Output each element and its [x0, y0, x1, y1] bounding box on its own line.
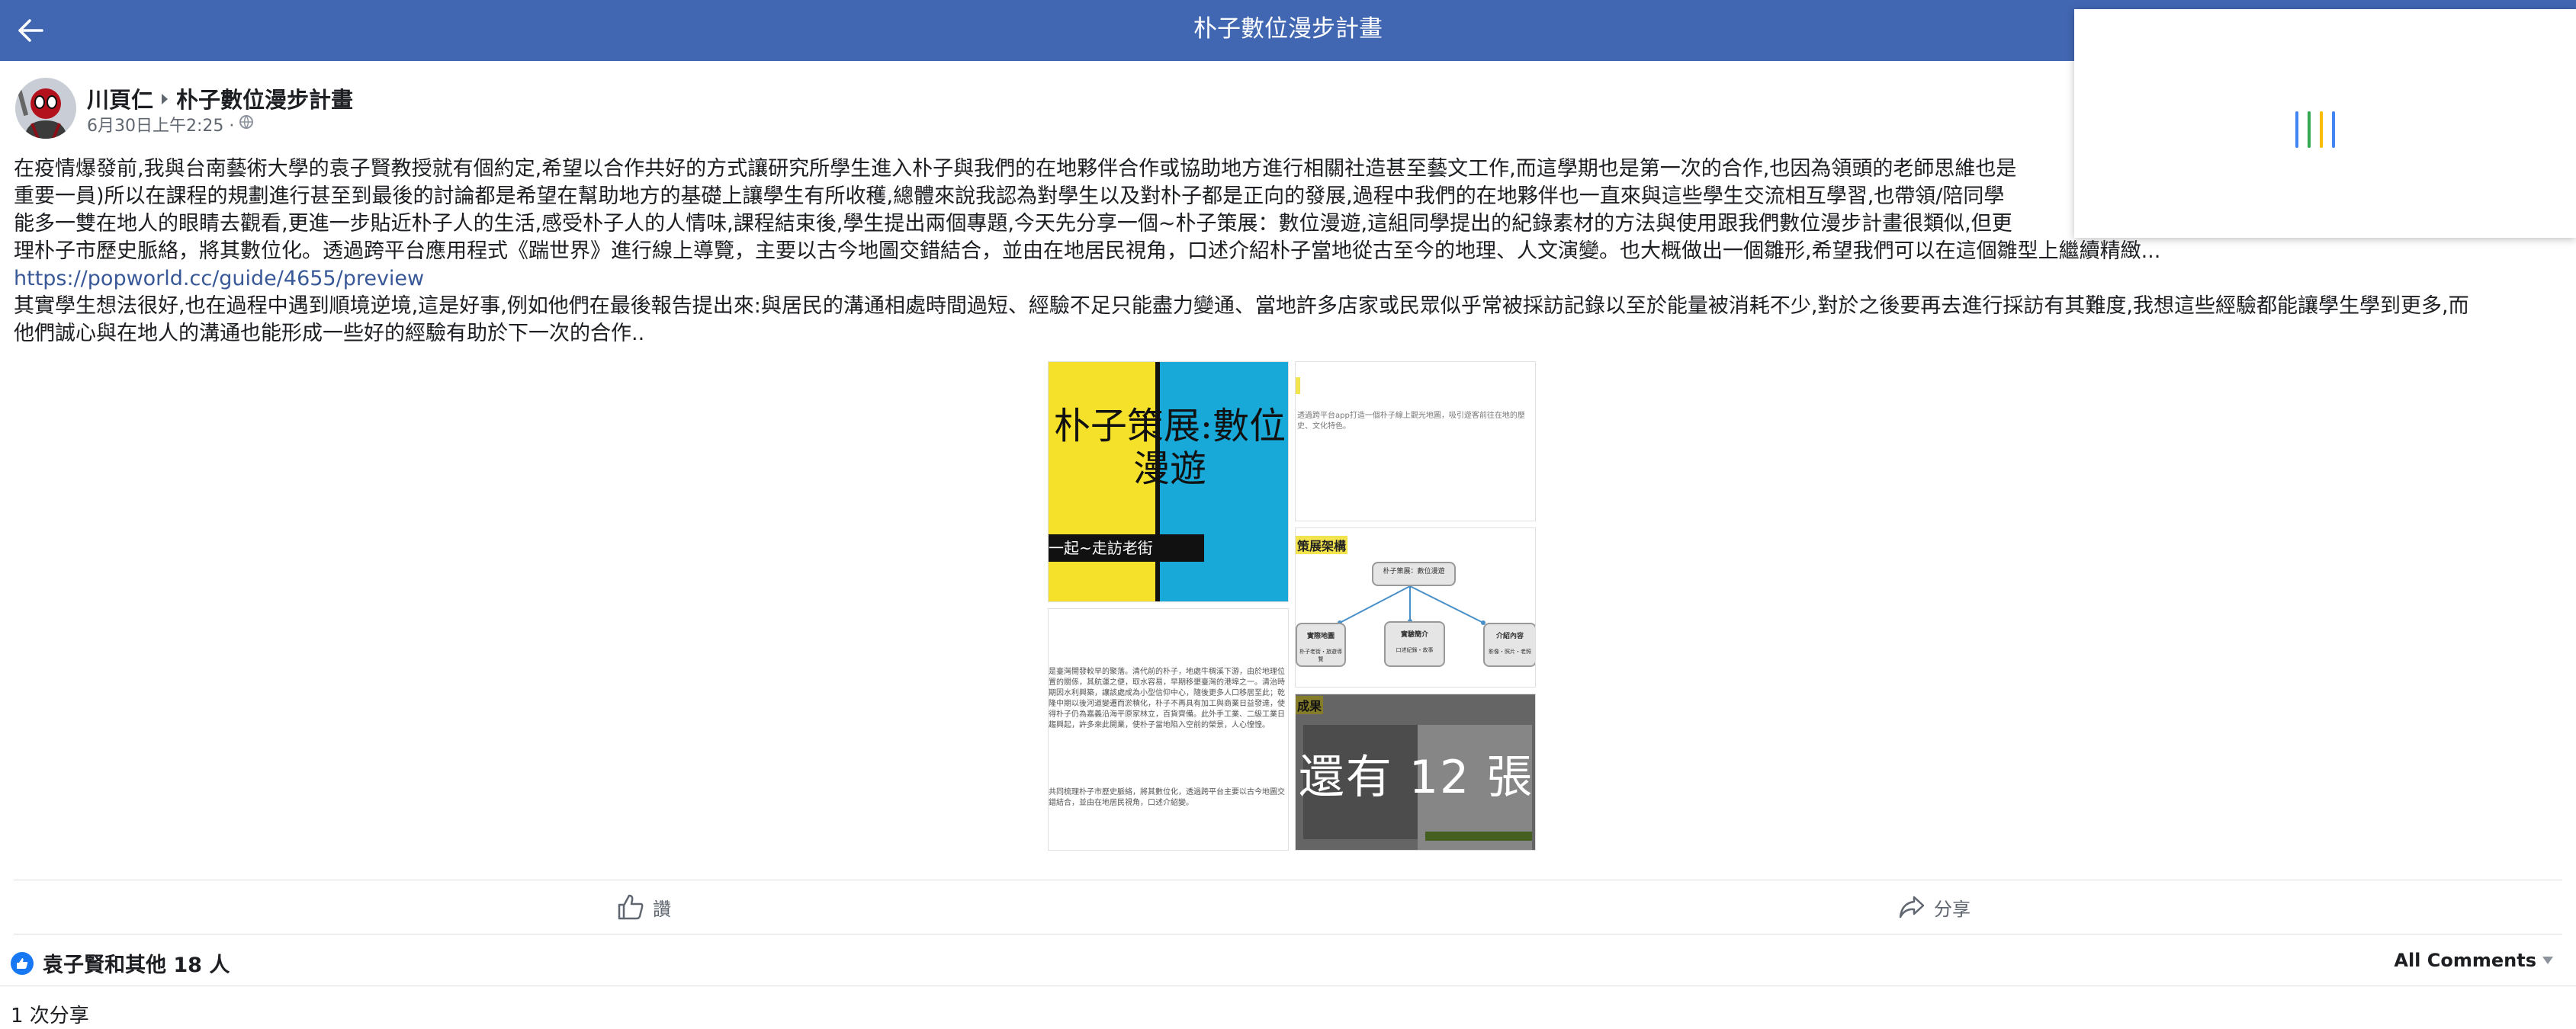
diagram-node: 實驗簡介 口述紀錄・故事	[1384, 621, 1445, 667]
avatar[interactable]	[15, 78, 76, 139]
share-icon	[1899, 896, 1925, 918]
share-count[interactable]: 1 次分享	[11, 1000, 89, 1028]
slide-text: 共同梳理朴子市歷史脈絡，將其數位化，透過跨平台主要以古今地圖交錯結合，並由在地居…	[1049, 788, 1285, 807]
author-name[interactable]: 川頁仁	[87, 82, 153, 114]
loader-bar-green	[2308, 111, 2311, 148]
avatar-image	[15, 78, 76, 139]
author-line: 川頁仁 朴子數位漫步計畫	[87, 82, 353, 114]
comments-sort-label: All Comments	[2394, 950, 2536, 971]
slide-text: 是臺灣開發較早的聚落。清代前的朴子，地處牛稠溪下游，由於地理位置的關係，其航運之…	[1049, 668, 1285, 729]
post-timestamp[interactable]: 6月30日上午2:25 ·	[87, 112, 234, 136]
slide-text: 透過跨平台app打造一個朴子線上觀光地圖，吸引遊客前往在地的歷史、文化特色。	[1297, 412, 1525, 431]
slide-tag	[1296, 377, 1300, 394]
post-text-line: 其實學生想法很好,也在過程中遇到順境逆境,這是好事,例如他們在最後報告提出來:與…	[14, 294, 2469, 318]
diagram-node-sub: 口述紀錄・故事	[1396, 647, 1434, 653]
comments-sort-dropdown[interactable]: All Comments	[2394, 950, 2555, 971]
cover-title: 朴子策展:數位漫遊	[1053, 405, 1286, 490]
post-text-line: 在疫情爆發前,我與台南藝術大學的袁子賢教授就有個約定,希望以合作共好的方式讓研究…	[14, 157, 2017, 181]
reactions-summary[interactable]: 袁子賢和其他 18 人	[11, 948, 230, 978]
photo-slide-3[interactable]: 策展架構 朴子策展：數位漫遊 實際地圖 朴子老街・旅遊導覽 實驗簡介 口述紀錄・…	[1295, 527, 1536, 688]
diagram-node-label: 實驗簡介	[1400, 631, 1428, 639]
caret-down-icon	[2542, 957, 2553, 964]
like-label: 讚	[653, 898, 671, 920]
post-text-line: 他們誠心與在地人的溝通也能形成一些好的經驗有助於下一次的合作..	[14, 322, 645, 345]
thumbs-up-icon	[618, 894, 644, 920]
reactions-text: 袁子賢和其他 18 人	[43, 954, 230, 977]
photo-cover[interactable]: 朴子策展:數位漫遊 一起~走訪老街	[1048, 361, 1289, 602]
photo-slide-5[interactable]: 成果 還有 12 張	[1295, 694, 1536, 851]
share-button[interactable]: 分享	[1897, 880, 1971, 934]
globe-icon	[239, 114, 254, 134]
post-link[interactable]: https://popworld.cc/guide/4655/preview	[14, 265, 2073, 293]
caret-right-icon	[159, 85, 170, 111]
diagram-node: 介紹內容 影像・照片・老照	[1483, 623, 1535, 667]
loader-bar-blue	[2295, 111, 2298, 148]
diagram-node-label: 介紹內容	[1495, 633, 1524, 640]
cover-band: 一起~走訪老街	[1049, 534, 1204, 562]
post-meta: 6月30日上午2:25 ·	[87, 112, 254, 136]
diagram-node-sub: 影像・照片・老照	[1489, 649, 1531, 655]
post-text-line: 重要一員)所以在課程的規劃進行甚至到最後的討論都是希望在幫助地方的基礎上讓學生有…	[14, 184, 2005, 208]
like-button[interactable]: 讚	[616, 880, 671, 934]
photo-slide-4[interactable]: 是臺灣開發較早的聚落。清代前的朴子，地處牛稠溪下游，由於地理位置的關係，其航運之…	[1048, 608, 1289, 851]
like-reaction-icon	[11, 951, 34, 975]
diagram-root: 朴子策展：數位漫遊	[1372, 562, 1456, 586]
photo-grid: 朴子策展:數位漫遊 一起~走訪老街 透過跨平台app打造一個朴子線上觀光地圖，吸…	[1048, 361, 1536, 851]
photo-slide-2[interactable]: 透過跨平台app打造一個朴子線上觀光地圖，吸引遊客前往在地的歷史、文化特色。	[1295, 361, 1536, 521]
group-name[interactable]: 朴子數位漫步計畫	[176, 82, 353, 114]
action-bar: 讚 分享	[14, 880, 2562, 934]
post-body: 在疫情爆發前,我與台南藝術大學的袁子賢教授就有個約定,希望以合作共好的方式讓研究…	[14, 155, 2469, 348]
loader-bar-yellow	[2320, 111, 2323, 148]
loading-panel	[2074, 9, 2576, 238]
share-label: 分享	[1934, 898, 1971, 920]
diagram-node-sub: 朴子老街・旅遊導覽	[1299, 649, 1342, 662]
post-text-line: 能多一雙在地人的眼睛去觀看,更進一步貼近朴子人的生活,感受朴子人的人情味,課程結…	[14, 212, 2012, 236]
diagram-node-label: 實際地圖	[1306, 633, 1335, 640]
post-text-line: 理朴子市歷史脈絡，將其數位化。透過跨平台應用程式《踹世界》進行線上導覽，主要以古…	[14, 239, 2161, 263]
loader-bar-blue-2	[2332, 111, 2335, 148]
more-photos-overlay[interactable]: 還有 12 張	[1296, 694, 1535, 850]
diagram-node: 實際地圖 朴子老街・旅遊導覽	[1296, 623, 1346, 667]
